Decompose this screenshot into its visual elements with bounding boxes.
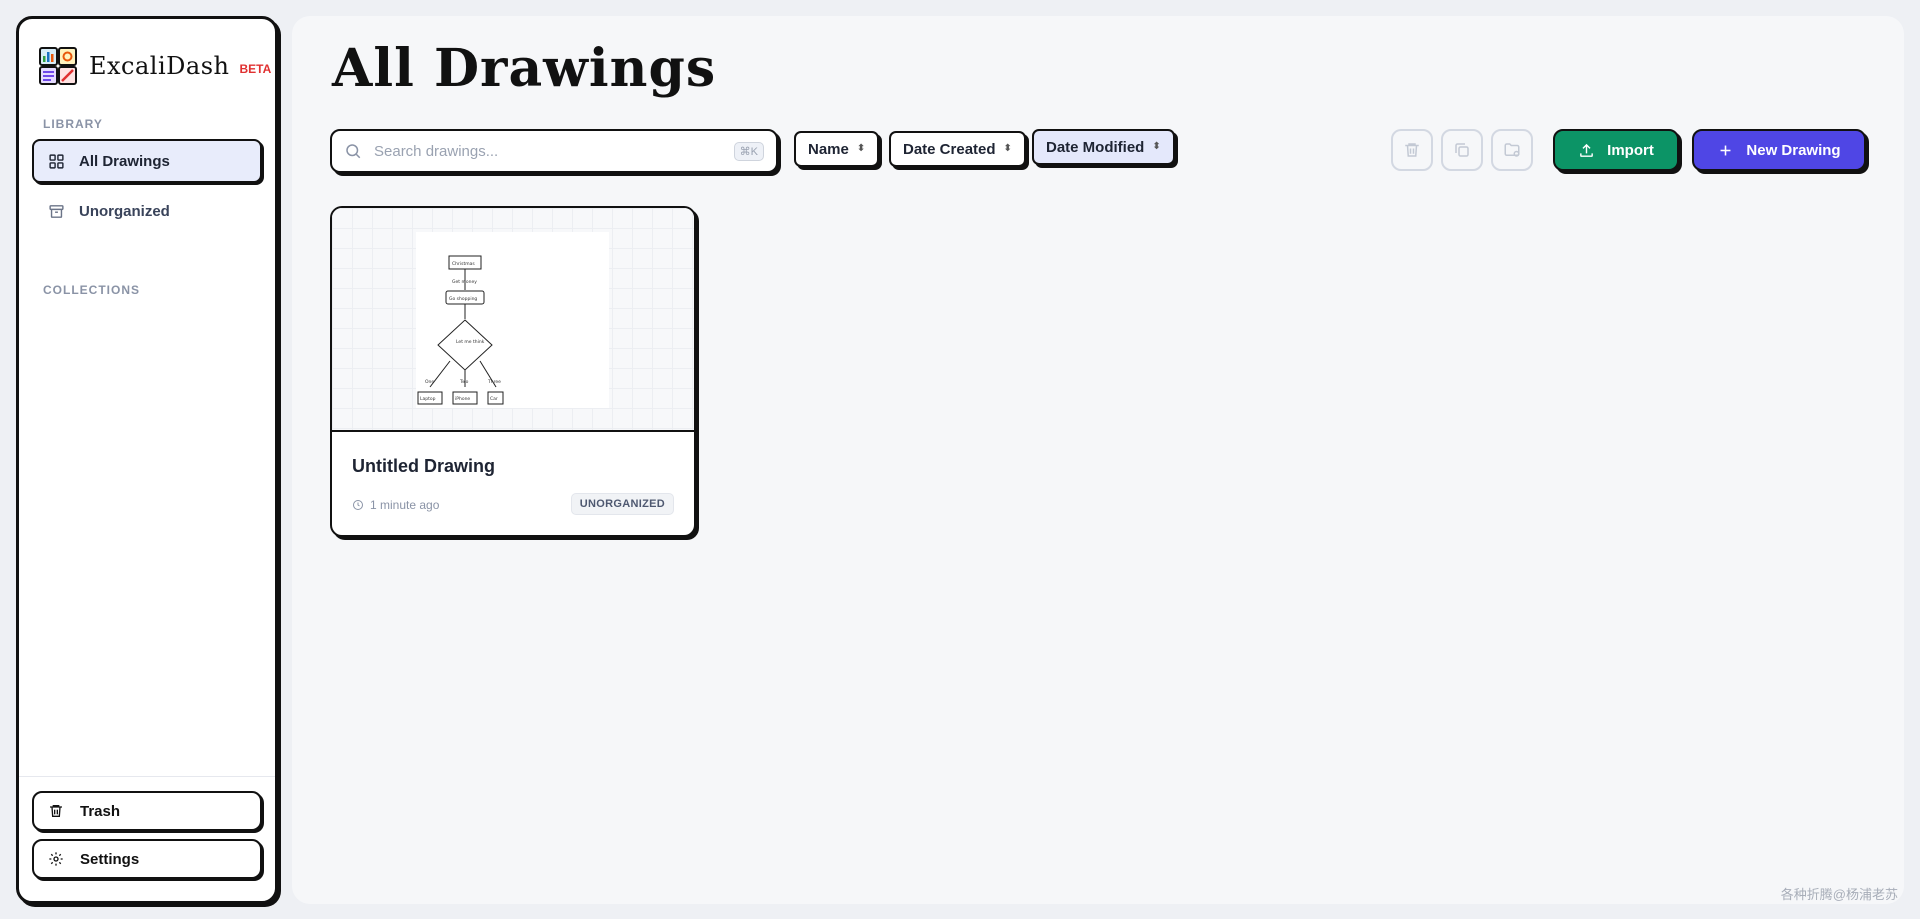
archive-icon [49,204,64,218]
trash-button[interactable]: Trash [32,791,262,831]
modified-time: 1 minute ago [370,498,440,512]
thumb-text: iPhone [455,396,470,402]
sidebar: ExcaliDash BETA LIBRARY All Drawings Uno… [16,16,278,904]
excalidash-logo-icon [39,47,77,85]
thumb-text: Two [459,379,469,385]
folder-move-icon [1504,143,1520,157]
thumb-text: Three [487,379,501,385]
flowchart-thumbnail: Christmas Get money Go shopping Let me t… [417,255,504,405]
thumb-text: Laptop [420,396,436,402]
thumb-text: Car [490,396,498,402]
gear-icon [49,852,63,866]
settings-label: Settings [80,850,140,868]
drawing-modified: 1 minute ago [352,498,439,512]
trash-label: Trash [80,802,121,820]
thumb-text: One [425,379,434,385]
sidebar-item-label: Unorganized [79,202,170,220]
sort-arrows-icon: ⬍ [1003,143,1012,154]
search-icon [346,144,361,159]
drawing-title: Untitled Drawing [352,456,495,476]
new-drawing-label: New Drawing [1746,141,1841,159]
clock-icon [353,500,363,510]
new-drawing-button[interactable]: New Drawing [1692,129,1866,171]
import-label: Import [1607,141,1654,159]
library-section-label: LIBRARY [43,117,103,131]
move-to-collection-button[interactable] [1491,129,1533,171]
trash-icon [50,805,62,817]
brand[interactable]: ExcaliDash BETA [19,39,275,93]
duplicate-selected-button[interactable] [1441,129,1483,171]
search-box[interactable]: ⌘K [330,129,778,173]
sidebar-item-all-drawings[interactable]: All Drawings [32,139,262,183]
drawing-card[interactable]: Christmas Get money Go shopping Let me t… [330,206,696,537]
delete-selected-button[interactable] [1391,129,1433,171]
settings-button[interactable]: Settings [32,839,262,879]
sidebar-footer: Trash Settings [19,776,275,901]
sidebar-item-label: All Drawings [79,152,170,170]
import-button[interactable]: Import [1553,129,1679,171]
sort-label: Date Created [903,140,996,158]
collections-section-label: COLLECTIONS [43,283,140,297]
plus-icon [1720,145,1731,155]
sort-date-modified-button[interactable]: Date Modified ⬍ [1032,129,1175,165]
grid-icon [49,153,64,169]
beta-badge: BETA [239,62,272,76]
thumb-text: Let me think [456,339,485,345]
thumb-text: Christmas [452,261,475,267]
sidebar-item-unorganized[interactable]: Unorganized [32,189,262,233]
collection-badge[interactable]: UNORGANIZED [570,493,674,515]
sort-label: Name [808,140,849,158]
main-content: All Drawings ⌘K Name ⬍ Date Created ⬍ Da… [292,16,1904,904]
sort-label: Date Modified [1046,138,1145,156]
thumb-text: Get money [452,279,477,285]
thumb-text: Go shopping [449,296,477,302]
brand-name: ExcaliDash [89,52,230,80]
trash-icon [1405,143,1419,157]
thumbnail-canvas: Christmas Get money Go shopping Let me t… [416,232,609,408]
watermark: 各种折腾@杨浦老苏 [1780,887,1898,902]
sort-arrows-icon: ⬍ [1152,141,1161,152]
copy-icon [1455,143,1469,157]
page-title: All Drawings [332,38,717,99]
search-input[interactable] [374,142,734,160]
library-nav: All Drawings Unorganized [19,131,275,239]
search-shortcut-badge: ⌘K [733,141,764,161]
sort-name-button[interactable]: Name ⬍ [794,131,880,167]
sort-arrows-icon: ⬍ [856,143,866,154]
sort-date-created-button[interactable]: Date Created ⬍ [889,131,1026,167]
upload-icon [1580,143,1594,157]
drawing-thumbnail[interactable]: Christmas Get money Go shopping Let me t… [332,208,694,432]
